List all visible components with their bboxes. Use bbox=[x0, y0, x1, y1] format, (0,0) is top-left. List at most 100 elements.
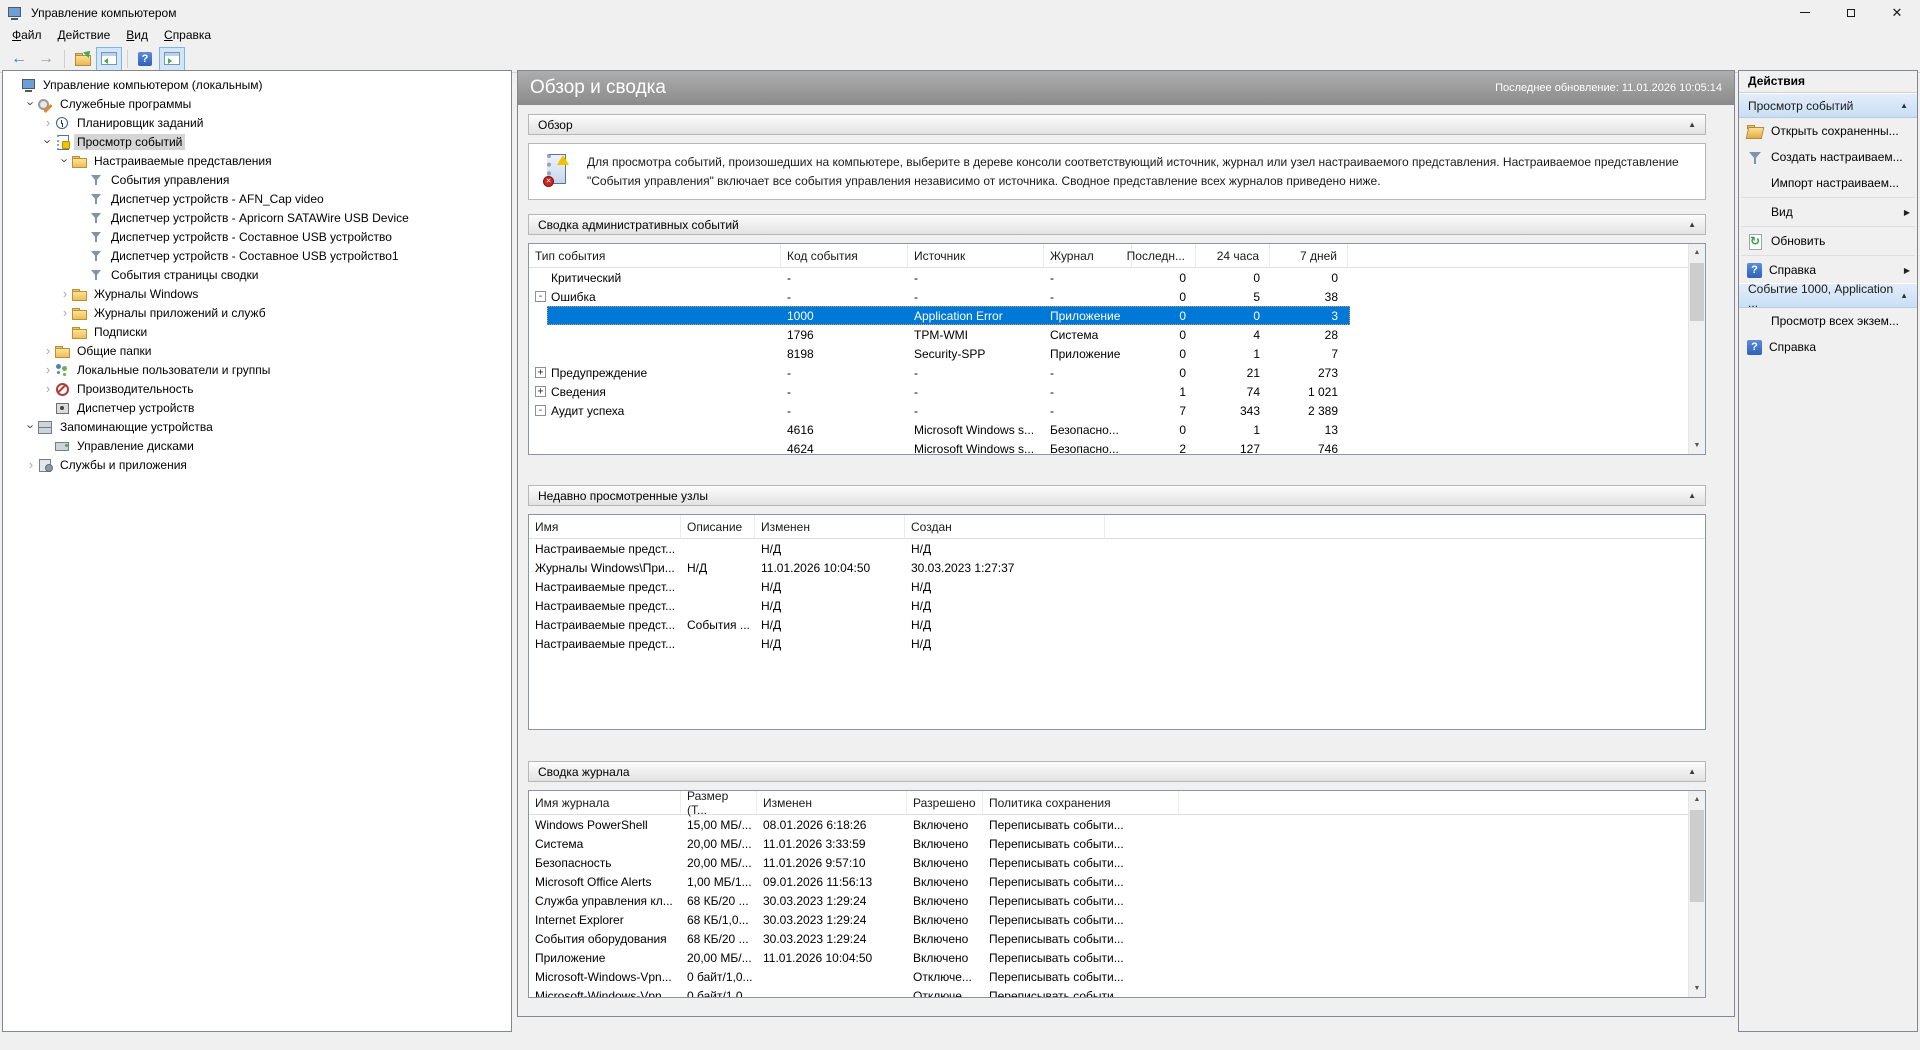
tree-item[interactable]: Диспетчер устройств bbox=[3, 398, 511, 417]
column-header[interactable]: Имя журнала bbox=[529, 791, 681, 814]
admin-summary-section-header[interactable]: Сводка административных событий ▲ bbox=[528, 214, 1706, 235]
tree-collapsed-chevron-icon[interactable]: › bbox=[41, 382, 55, 395]
log-row[interactable]: Служба управления кл...68 КБ/20 ...30.03… bbox=[529, 891, 1705, 910]
recent-nodes-section-header[interactable]: Недавно просмотренные узлы ▲ bbox=[528, 485, 1706, 506]
recent-node-row[interactable]: Настраиваемые предст...Н/ДН/Д bbox=[529, 634, 1705, 653]
column-header[interactable]: Код события bbox=[781, 244, 908, 267]
log-row[interactable]: Microsoft-Windows-Vpn...0 байт/1,0...Отк… bbox=[529, 986, 1705, 998]
action-item[interactable]: Вид▶ bbox=[1739, 199, 1917, 225]
tree-collapsed-chevron-icon[interactable]: › bbox=[41, 344, 55, 357]
tree-item[interactable]: ›Службы и приложения bbox=[3, 455, 511, 474]
log-row[interactable]: Система20,00 МБ/...11.01.2026 3:33:59Вкл… bbox=[529, 834, 1705, 853]
log-row[interactable]: Безопасность20,00 МБ/...11.01.2026 9:57:… bbox=[529, 853, 1705, 872]
tree-item[interactable]: ›Запоминающие устройства bbox=[3, 417, 511, 436]
admin-event-row[interactable]: +Предупреждение---021273 bbox=[529, 363, 1705, 382]
back-button[interactable]: ← bbox=[6, 47, 32, 71]
recent-node-row[interactable]: Настраиваемые предст...Н/ДН/Д bbox=[529, 539, 1705, 558]
menu-Файл[interactable]: Файл bbox=[4, 26, 50, 44]
group-expand-icon[interactable]: + bbox=[535, 386, 546, 397]
tree-expanded-chevron-icon[interactable]: › bbox=[25, 97, 38, 111]
group-collapse-icon[interactable]: - bbox=[535, 291, 546, 302]
restore-button[interactable] bbox=[1828, 0, 1874, 25]
tree-collapsed-chevron-icon[interactable]: › bbox=[41, 116, 55, 129]
column-header[interactable]: Описание bbox=[681, 515, 755, 538]
action-item[interactable]: Открыть сохраненны... bbox=[1739, 118, 1917, 144]
tree-item[interactable]: ›Служебные программы bbox=[3, 94, 511, 113]
column-header[interactable]: Журнал bbox=[1044, 244, 1132, 267]
admin-event-row[interactable]: 4616Microsoft Windows s...Безопасно...01… bbox=[529, 420, 1705, 439]
recent-node-row[interactable]: Настраиваемые предст...Н/ДН/Д bbox=[529, 577, 1705, 596]
scroll-down-button[interactable]: ▼ bbox=[1689, 437, 1705, 454]
tree-expanded-chevron-icon[interactable]: › bbox=[59, 154, 72, 168]
scrollbar-thumb[interactable] bbox=[1690, 263, 1704, 321]
action-pane-toggle[interactable] bbox=[159, 47, 185, 71]
forward-button[interactable]: → bbox=[33, 47, 59, 71]
collapse-arrow-icon[interactable]: ▲ bbox=[1688, 220, 1696, 229]
menu-Справка[interactable]: Справка bbox=[156, 26, 219, 44]
tree-item[interactable]: События управления bbox=[3, 170, 511, 189]
log-summary-section-header[interactable]: Сводка журнала ▲ bbox=[528, 761, 1706, 782]
admin-event-row[interactable]: 1000Application ErrorПриложение003 bbox=[529, 306, 1705, 325]
action-item[interactable]: Импорт настраиваем... bbox=[1739, 170, 1917, 196]
log-row[interactable]: Windows PowerShell15,00 МБ/...08.01.2026… bbox=[529, 815, 1705, 834]
admin-event-row[interactable]: +Сведения---1741 021 bbox=[529, 382, 1705, 401]
overview-section-header[interactable]: Обзор ▲ bbox=[528, 114, 1706, 135]
admin-event-row[interactable]: 8198Security-SPPПриложение017 bbox=[529, 344, 1705, 363]
action-item[interactable]: Создать настраиваем... bbox=[1739, 144, 1917, 170]
tree-item[interactable]: Подписки bbox=[3, 322, 511, 341]
admin-event-row[interactable]: -Аудит успеха---73432 389 bbox=[529, 401, 1705, 420]
close-button[interactable]: ✕ bbox=[1874, 0, 1920, 25]
vertical-scrollbar[interactable]: ▲ ▼ bbox=[1688, 791, 1705, 997]
log-row[interactable]: События оборудования68 КБ/20 ...30.03.20… bbox=[529, 929, 1705, 948]
column-header[interactable]: 24 часа bbox=[1196, 244, 1270, 267]
action-item[interactable]: Справка▶ bbox=[1739, 257, 1917, 283]
collapse-arrow-icon[interactable]: ▲ bbox=[1688, 491, 1696, 500]
admin-event-row[interactable]: 1796TPM-WMIСистема0428 bbox=[529, 325, 1705, 344]
export-list-button[interactable] bbox=[69, 47, 95, 71]
collapse-arrow-icon[interactable]: ▲ bbox=[1688, 120, 1696, 129]
tree-item[interactable]: Диспетчер устройств - Составное USB устр… bbox=[3, 227, 511, 246]
tree-item[interactable]: Диспетчер устройств - AFN_Cap video bbox=[3, 189, 511, 208]
admin-event-row[interactable]: Критический---000 bbox=[529, 268, 1705, 287]
tree-item[interactable]: ›Просмотр событий bbox=[3, 132, 511, 151]
log-row[interactable]: Internet Explorer68 КБ/1,0...30.03.2023 … bbox=[529, 910, 1705, 929]
tree-item[interactable]: ›Общие папки bbox=[3, 341, 511, 360]
tree-expanded-chevron-icon[interactable]: › bbox=[25, 420, 38, 434]
collapse-arrow-icon[interactable]: ▲ bbox=[1900, 291, 1908, 300]
group-expand-icon[interactable]: + bbox=[535, 367, 546, 378]
column-header[interactable]: Размер (Т... bbox=[681, 791, 757, 814]
column-header[interactable]: Источник bbox=[908, 244, 1044, 267]
scroll-down-button[interactable]: ▼ bbox=[1689, 980, 1705, 997]
scrollbar-thumb[interactable] bbox=[1690, 810, 1704, 902]
tree-collapsed-chevron-icon[interactable]: › bbox=[58, 306, 72, 319]
column-header[interactable]: Изменен bbox=[757, 791, 907, 814]
column-header[interactable]: Политика сохранения bbox=[983, 791, 1179, 814]
action-item[interactable]: Просмотр всех экзем... bbox=[1739, 308, 1917, 334]
tree-item[interactable]: ›Журналы Windows bbox=[3, 284, 511, 303]
collapse-arrow-icon[interactable]: ▲ bbox=[1900, 101, 1908, 110]
action-item[interactable]: Справка bbox=[1739, 334, 1917, 360]
tree-collapsed-chevron-icon[interactable]: › bbox=[41, 363, 55, 376]
column-header[interactable]: 7 дней bbox=[1270, 244, 1348, 267]
log-row[interactable]: Приложение20,00 МБ/...11.01.2026 10:04:5… bbox=[529, 948, 1705, 967]
action-section-header[interactable]: Событие 1000, Application ...▲ bbox=[1739, 283, 1917, 308]
tree-item[interactable]: ›Журналы приложений и служб bbox=[3, 303, 511, 322]
console-tree-toggle[interactable] bbox=[96, 47, 122, 71]
column-header[interactable]: Имя bbox=[529, 515, 681, 538]
tree-item[interactable]: ›Производительность bbox=[3, 379, 511, 398]
action-section-header[interactable]: Просмотр событий▲ bbox=[1739, 93, 1917, 118]
tree-item[interactable]: Диспетчер устройств - Составное USB устр… bbox=[3, 246, 511, 265]
tree-item[interactable]: Управление дисками bbox=[3, 436, 511, 455]
tree-item[interactable]: ›Локальные пользователи и группы bbox=[3, 360, 511, 379]
tree-expanded-chevron-icon[interactable]: › bbox=[42, 135, 55, 149]
menu-Действие[interactable]: Действие bbox=[50, 26, 119, 44]
recent-node-row[interactable]: Настраиваемые предст...Н/ДН/Д bbox=[529, 596, 1705, 615]
log-row[interactable]: Microsoft Office Alerts1,00 МБ/1...09.01… bbox=[529, 872, 1705, 891]
recent-node-row[interactable]: Настраиваемые предст...События ...Н/ДН/Д bbox=[529, 615, 1705, 634]
tree-item[interactable]: Диспетчер устройств - Apricorn SATAWire … bbox=[3, 208, 511, 227]
tree-collapsed-chevron-icon[interactable]: › bbox=[58, 287, 72, 300]
collapse-arrow-icon[interactable]: ▲ bbox=[1688, 767, 1696, 776]
action-item[interactable]: Обновить bbox=[1739, 228, 1917, 254]
column-header[interactable]: Разрешено bbox=[907, 791, 983, 814]
column-header[interactable]: Изменен bbox=[755, 515, 905, 538]
